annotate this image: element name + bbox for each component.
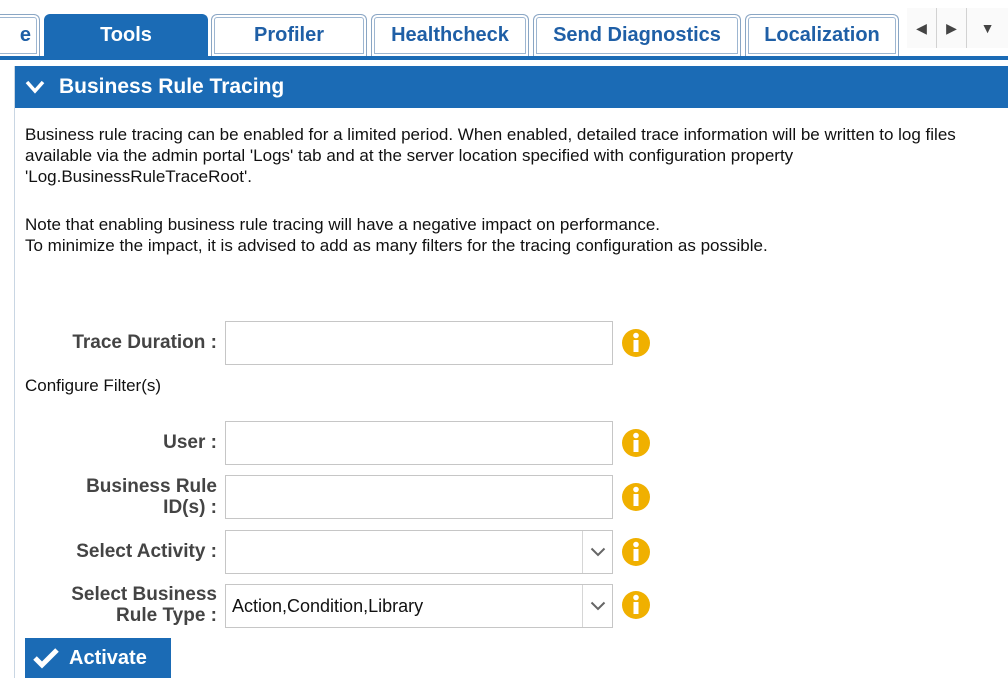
- select-activity-label: Select Activity :: [76, 541, 217, 562]
- label-line: ID(s) :: [163, 497, 217, 518]
- tab-profiler[interactable]: Profiler: [211, 14, 367, 56]
- info-icon[interactable]: [621, 482, 651, 512]
- user-label: User :: [163, 432, 217, 453]
- label-line: Business Rule: [86, 476, 217, 497]
- tab-tools[interactable]: Tools: [44, 14, 208, 56]
- tab-label: Localization: [764, 24, 880, 46]
- tab-send-diagnostics[interactable]: Send Diagnostics: [533, 14, 741, 56]
- chevron-down-icon: [25, 80, 45, 94]
- note-line: Note that enabling business rule tracing…: [25, 215, 661, 234]
- label-line: Select Business: [71, 584, 217, 605]
- note-line: To minimize the impact, it is advised to…: [25, 236, 768, 255]
- panel-title: Business Rule Tracing: [59, 75, 285, 98]
- caret-down-icon: ▼: [980, 20, 995, 36]
- trace-duration-label: Trace Duration :: [72, 332, 217, 353]
- tab-menu-button[interactable]: ▼: [967, 8, 1008, 48]
- business-rule-ids-label: Business Rule ID(s) :: [25, 476, 217, 518]
- label-line: Rule Type :: [116, 605, 217, 626]
- caret-left-icon: ◀: [916, 19, 927, 36]
- scroll-right-button[interactable]: ▶: [937, 8, 967, 48]
- tab-label: Tools: [100, 24, 152, 46]
- checkmark-icon: [33, 647, 59, 669]
- tab-healthcheck[interactable]: Healthcheck: [371, 14, 529, 56]
- select-activity-dropdown[interactable]: [225, 530, 613, 574]
- panel-header[interactable]: Business Rule Tracing: [15, 66, 1008, 108]
- tab-label: e: [19, 24, 31, 46]
- select-rule-type-dropdown[interactable]: Action,Condition,Library: [225, 584, 613, 628]
- chevron-down-icon[interactable]: [582, 585, 612, 627]
- scroll-left-button[interactable]: ◀: [907, 8, 937, 48]
- tab-label: Healthcheck: [391, 24, 509, 46]
- tab-strip: e Tools Profiler Healthcheck Send Diagno…: [0, 0, 1008, 60]
- trace-duration-input[interactable]: [225, 321, 613, 365]
- tab-previous[interactable]: e: [0, 14, 40, 56]
- tab-underline: [0, 56, 1008, 60]
- user-input[interactable]: [225, 421, 613, 465]
- tab-label: Profiler: [253, 24, 325, 46]
- info-icon[interactable]: [621, 590, 651, 620]
- info-icon[interactable]: [621, 328, 651, 358]
- select-rule-type-label: Select Business Rule Type :: [25, 584, 217, 626]
- configure-filters-label: Configure Filter(s): [25, 376, 162, 395]
- business-rule-tracing-panel: Business Rule Tracing Business rule trac…: [14, 66, 1008, 678]
- info-icon[interactable]: [621, 537, 651, 567]
- tab-localization[interactable]: Localization: [745, 14, 899, 56]
- tab-label: Send Diagnostics: [553, 24, 721, 46]
- performance-note: Note that enabling business rule tracing…: [25, 214, 1000, 256]
- activate-label: Activate: [69, 646, 147, 669]
- info-icon[interactable]: [621, 428, 651, 458]
- chevron-down-icon[interactable]: [582, 531, 612, 573]
- select-value: Action,Condition,Library: [232, 595, 424, 616]
- caret-right-icon: ▶: [946, 19, 957, 36]
- tab-scroll-controls: ◀ ▶ ▼: [907, 8, 1008, 48]
- business-rule-ids-input[interactable]: [225, 475, 613, 519]
- panel-description: Business rule tracing can be enabled for…: [25, 125, 956, 186]
- activate-button[interactable]: Activate: [25, 638, 171, 678]
